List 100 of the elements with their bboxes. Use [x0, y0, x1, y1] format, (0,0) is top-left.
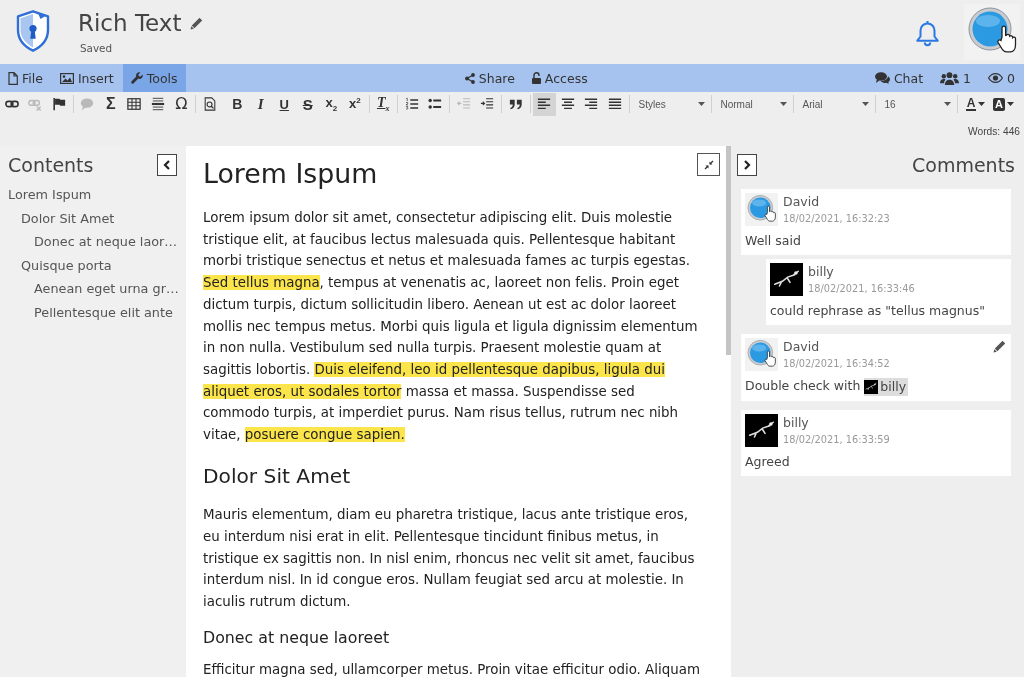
align-center-icon	[560, 97, 575, 111]
comment-time: 18/02/2021, 16:33:46	[808, 282, 916, 296]
comment-text: could rephrase as "tellus magnus"	[770, 302, 986, 320]
toolbar-dropdown[interactable]: Styles	[631, 92, 709, 116]
comment-author: David	[783, 338, 821, 355]
indent-icon	[480, 97, 495, 111]
caret-icon	[697, 102, 705, 106]
comment-time: 18/02/2021, 16:33:59	[783, 432, 891, 447]
bold-button[interactable]: B	[225, 92, 249, 116]
text-color-button[interactable]: A	[963, 92, 988, 116]
menu-button[interactable]: Share	[456, 64, 523, 92]
quote-icon	[508, 97, 523, 111]
chat-icon	[874, 72, 890, 84]
menu-button[interactable]: 0	[980, 64, 1023, 92]
document-title: Rich Text	[78, 9, 182, 38]
menu-tab[interactable]: File	[0, 64, 51, 92]
panel-title: Contents	[8, 154, 94, 176]
pencil-icon	[993, 340, 1006, 353]
edit-title-button[interactable]	[190, 16, 204, 30]
menu-button[interactable]: Access	[523, 64, 596, 92]
paragraph: Mauris elementum, diam eu pharetra tristique, lacus ante tristique eros, eu interdum nisi erat in elit. Pellentesque tincidunt finibus metus, in tristique ex sagittis non. In nisl enim, rhoncus nec velit sit amet, faucibus interdum nisl. In id congue eros. Nullam feugiat sed arcu at molestie. In iaculis rutrum dictum.	[203, 506, 696, 612]
comment-text: Double check with billy	[745, 377, 910, 396]
superscript-button[interactable]: x$^{2}$	[343, 92, 367, 116]
unlink-icon	[28, 97, 43, 111]
bullet-list-icon	[428, 97, 443, 111]
flag-icon	[51, 97, 66, 111]
file-icon	[8, 71, 18, 85]
comment-author: billy	[808, 263, 835, 280]
bell-icon	[915, 20, 940, 47]
comment-text: Agreed	[745, 452, 791, 471]
comment-time: 18/02/2021, 16:34:52	[783, 357, 891, 371]
toolbar-dropdown[interactable]: 16	[877, 92, 955, 116]
section-heading: Dolor Sit Amet	[203, 462, 351, 489]
contents-link[interactable]: Pellentesque elit ante	[34, 300, 173, 325]
menu-button[interactable]: Chat	[866, 64, 932, 92]
contents-link[interactable]: Quisque porta	[21, 253, 112, 278]
compress-arrows-icon	[703, 159, 714, 170]
special-character-button[interactable]: Ω	[169, 92, 193, 116]
avatar-icon	[864, 379, 879, 394]
speech-bubble-icon	[80, 97, 95, 111]
toolbar-dropdown[interactable]: Normal	[713, 92, 791, 116]
save-status: Saved	[80, 41, 114, 55]
word-count: Words: 446	[968, 125, 1020, 137]
outdent-icon	[456, 97, 471, 111]
clear-formatting-button[interactable]: T$_{x}$	[371, 92, 395, 116]
contents-link[interactable]: Dolor Sit Amet	[21, 206, 115, 231]
image-icon	[59, 72, 74, 84]
subscript-button[interactable]: x$_{2}$	[319, 92, 343, 116]
contents-link[interactable]: Lorem Ispum	[8, 183, 92, 207]
paragraph: Efficitur magna sed, ullamcorper metus. Proin vitae efficitur odio. Aliquam	[203, 663, 701, 677]
edit-comment-button[interactable]	[993, 340, 1006, 353]
share-icon	[464, 72, 475, 84]
align-left-button[interactable]	[532, 92, 556, 116]
caret-icon	[861, 102, 869, 106]
mention-link[interactable]: billy	[864, 377, 909, 396]
scrollbar-thumb[interactable]	[726, 146, 731, 355]
underline-button[interactable]: U	[272, 92, 296, 116]
contents-link[interactable]: Aenean eget urna gr…	[34, 277, 179, 301]
caret-icon	[779, 102, 787, 106]
horizontal-rule-icon	[150, 97, 165, 111]
align-left-icon	[537, 97, 552, 111]
caret-icon	[1006, 102, 1014, 106]
document-search-icon	[202, 97, 217, 111]
menu-button[interactable]: 1	[932, 64, 980, 92]
caret-icon	[978, 102, 986, 106]
caret-icon	[943, 102, 951, 106]
collapse-button[interactable]	[157, 154, 177, 176]
shield-lock-logo-icon	[16, 10, 50, 52]
users-icon	[940, 71, 960, 85]
menu-tab[interactable]: Insert	[51, 64, 122, 92]
contents-link[interactable]: Donec at neque laor…	[34, 230, 178, 254]
wrench-icon	[130, 72, 143, 84]
numbered-list-icon	[404, 97, 419, 111]
align-right-icon	[584, 97, 599, 111]
avatar-icon	[745, 338, 778, 371]
menu-tab[interactable]: Tools	[122, 64, 186, 92]
table-icon	[127, 97, 142, 111]
comment-author: billy	[783, 413, 810, 431]
justify-icon	[607, 97, 622, 111]
avatar-icon	[745, 193, 778, 226]
panel-title: Comments	[912, 154, 1015, 176]
avatar-icon	[770, 263, 803, 296]
pencil-icon	[190, 16, 204, 30]
highlight-color-button[interactable]: A	[991, 92, 1016, 116]
notifications-button[interactable]	[915, 20, 940, 47]
comment-time: 18/02/2021, 16:32:23	[783, 212, 891, 226]
chevron-right-icon	[743, 160, 751, 170]
italic-button[interactable]: I	[249, 92, 273, 116]
avatar-icon	[745, 413, 778, 447]
toolbar-dropdown[interactable]: Arial	[795, 92, 873, 116]
formula-button[interactable]: Σ	[99, 92, 123, 116]
eye-icon	[988, 73, 1004, 83]
comment-text: Well said	[745, 232, 802, 250]
comment-author: David	[783, 193, 821, 210]
compress-button[interactable]	[697, 153, 720, 176]
subsection-heading: Donec at neque laoreet	[203, 628, 390, 649]
strikethrough-button[interactable]: S	[296, 92, 320, 116]
padlock-icon	[531, 72, 541, 84]
expand-button[interactable]	[737, 154, 757, 176]
chevron-left-icon	[163, 160, 171, 170]
